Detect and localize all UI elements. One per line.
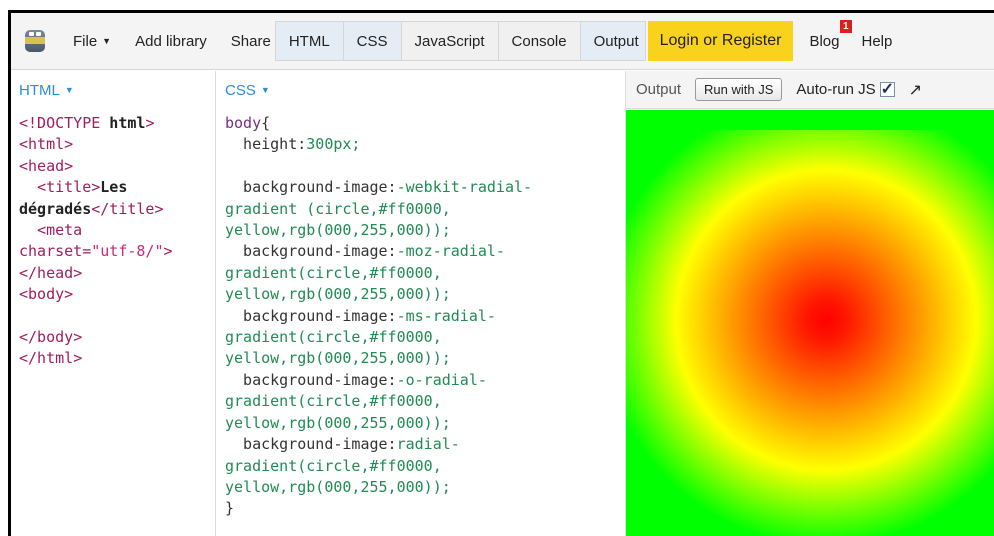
- css-code-line: yellow,rgb(000,255,000));: [225, 349, 451, 368]
- chevron-down-icon: ▼: [260, 85, 270, 95]
- css-code-line: gradient(circle,#ff0000,: [225, 456, 442, 475]
- html-code-line: <head>: [19, 156, 74, 175]
- html-code-line: <title>Les: [37, 178, 128, 197]
- css-code-line: height:300px;: [225, 135, 361, 154]
- help-link[interactable]: Help: [852, 13, 905, 69]
- html-code-line: </html>: [19, 349, 83, 368]
- top-toolbar: File ▼ Add library Share HTML CSS JavaSc…: [11, 13, 994, 70]
- html-code-line: <html>: [19, 135, 74, 154]
- html-pane-header[interactable]: HTML ▼: [11, 71, 215, 109]
- login-register-button[interactable]: Login or Register: [647, 21, 794, 61]
- css-pane-header[interactable]: CSS ▼: [217, 71, 625, 109]
- output-pane-title: Output: [636, 81, 682, 98]
- autorun-label: Auto-run JS: [796, 81, 876, 98]
- html-code-line: charset="utf-8/">: [19, 242, 173, 261]
- panel-tabs: HTML CSS JavaScript Console Output: [274, 21, 646, 61]
- css-code-line: background-image:radial-: [225, 435, 460, 454]
- tab-css[interactable]: CSS: [342, 21, 401, 61]
- css-code-line: gradient(circle,#ff0000,: [225, 263, 442, 282]
- css-code-line: gradient(circle,#ff0000,: [225, 392, 442, 411]
- html-code-line: <meta: [37, 221, 83, 240]
- css-code-line: yellow,rgb(000,255,000));: [225, 221, 451, 240]
- app-frame: File ▼ Add library Share HTML CSS JavaSc…: [8, 10, 994, 536]
- html-code-line: <body>: [19, 285, 74, 304]
- blog-label: Blog: [809, 32, 840, 50]
- jsbin-logo-icon[interactable]: [23, 28, 47, 54]
- html-code-line: <!DOCTYPE html>: [19, 114, 155, 132]
- html-pane: HTML ▼ <!DOCTYPE html> <html> <head> <titl…: [11, 71, 216, 536]
- expand-arrow-icon[interactable]: ↗: [909, 80, 922, 100]
- css-code-line: yellow,rgb(000,255,000));: [225, 413, 451, 432]
- add-library-button[interactable]: Add library: [123, 13, 219, 69]
- html-code-line: </body>: [19, 328, 83, 347]
- html-code-line: </head>: [19, 263, 83, 282]
- file-menu[interactable]: File ▼: [61, 13, 123, 69]
- tab-output[interactable]: Output: [579, 21, 646, 61]
- html-editor[interactable]: <!DOCTYPE html> <html> <head> <title>Les dé…: [11, 109, 215, 370]
- tab-javascript[interactable]: JavaScript: [400, 21, 498, 61]
- chevron-down-icon: ▼: [64, 85, 74, 95]
- css-code-line: yellow,rgb(000,255,000));: [225, 477, 451, 496]
- html-pane-title: HTML: [19, 81, 60, 99]
- css-code-line: [225, 156, 625, 177]
- css-code-line: background-image:-moz-radial-: [225, 242, 505, 261]
- notification-badge: 1: [839, 20, 852, 33]
- chevron-down-icon: ▼: [102, 36, 112, 46]
- tab-console[interactable]: Console: [497, 21, 580, 61]
- css-pane-title: CSS: [225, 81, 256, 99]
- html-code-line: [19, 306, 215, 327]
- autorun-toggle[interactable]: Auto-run JS: [796, 79, 895, 99]
- css-code-line: gradient (circle,#ff0000,: [225, 199, 451, 218]
- output-preview: [626, 110, 994, 536]
- css-code-line: body{: [225, 114, 271, 132]
- output-pane-header: Output Run with JS Auto-run JS ↗: [626, 71, 994, 109]
- tab-html[interactable]: HTML: [274, 21, 343, 61]
- css-code-line: gradient(circle,#ff0000,: [225, 328, 442, 347]
- css-code-line: background-image:-o-radial-: [225, 370, 487, 389]
- html-code-line: dégradés</title>: [19, 199, 164, 218]
- file-menu-label: File: [73, 32, 98, 50]
- css-editor[interactable]: body{ height:300px; background-image:-we…: [217, 109, 625, 520]
- css-code-line: background-image:-webkit-radial-: [225, 178, 533, 197]
- css-code-line: }: [225, 499, 235, 518]
- blog-link[interactable]: Blog 1: [793, 13, 852, 69]
- css-code-line: background-image:-ms-radial-: [225, 306, 496, 325]
- run-with-js-button[interactable]: Run with JS: [695, 78, 783, 101]
- output-pane: Output Run with JS Auto-run JS ↗: [626, 71, 994, 536]
- share-button[interactable]: Share: [219, 13, 275, 69]
- css-pane: CSS ▼ body{ height:300px; background-ima…: [217, 71, 626, 536]
- css-code-line: yellow,rgb(000,255,000));: [225, 285, 451, 304]
- autorun-checkbox[interactable]: [879, 79, 895, 99]
